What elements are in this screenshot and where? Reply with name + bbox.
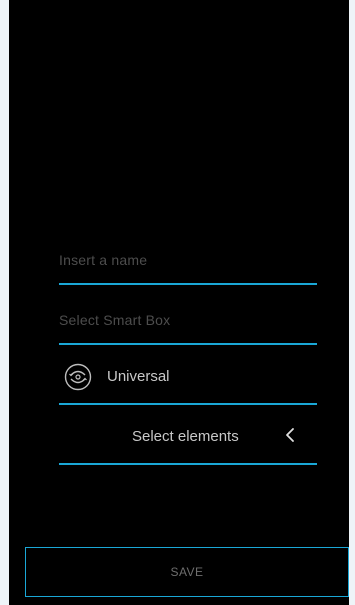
select-elements-row[interactable]: Select elements [59,415,317,465]
universal-option[interactable]: Universal [59,355,317,405]
smart-box-placeholder: Select Smart Box [59,312,171,328]
select-elements-label: Select elements [132,428,239,445]
name-input[interactable]: Insert a name [59,235,317,285]
name-underline [59,283,317,285]
chevron-left-icon[interactable] [282,425,298,445]
app-screen: Insert a name Select Smart Box Universal… [9,0,349,605]
smart-box-select[interactable]: Select Smart Box [59,295,317,345]
save-button[interactable]: SAVE [25,547,349,597]
universal-remote-icon [64,363,92,391]
smart-box-underline [59,343,317,345]
name-placeholder: Insert a name [59,252,148,268]
universal-underline [59,403,317,405]
universal-label: Universal [107,368,170,385]
elements-underline [59,463,317,465]
